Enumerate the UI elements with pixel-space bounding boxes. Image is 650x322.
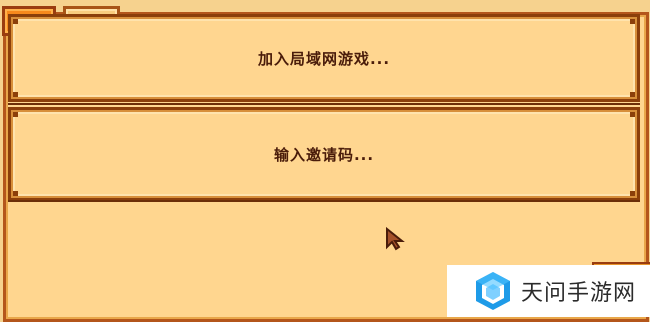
pointer-arrow-icon bbox=[386, 227, 405, 251]
join-lan-game-label: 加入局域网游戏... bbox=[257, 49, 391, 68]
enter-invite-code-label: 输入邀请码... bbox=[273, 145, 375, 164]
divider bbox=[8, 200, 640, 202]
watermark: 天问手游网 bbox=[447, 265, 650, 317]
cube-logo-icon bbox=[476, 272, 510, 310]
divider bbox=[8, 103, 640, 105]
watermark-text: 天问手游网 bbox=[521, 281, 637, 306]
enter-invite-code-button[interactable]: 输入邀请码... bbox=[8, 107, 640, 201]
join-lan-game-button[interactable]: 加入局域网游戏... bbox=[8, 14, 640, 102]
